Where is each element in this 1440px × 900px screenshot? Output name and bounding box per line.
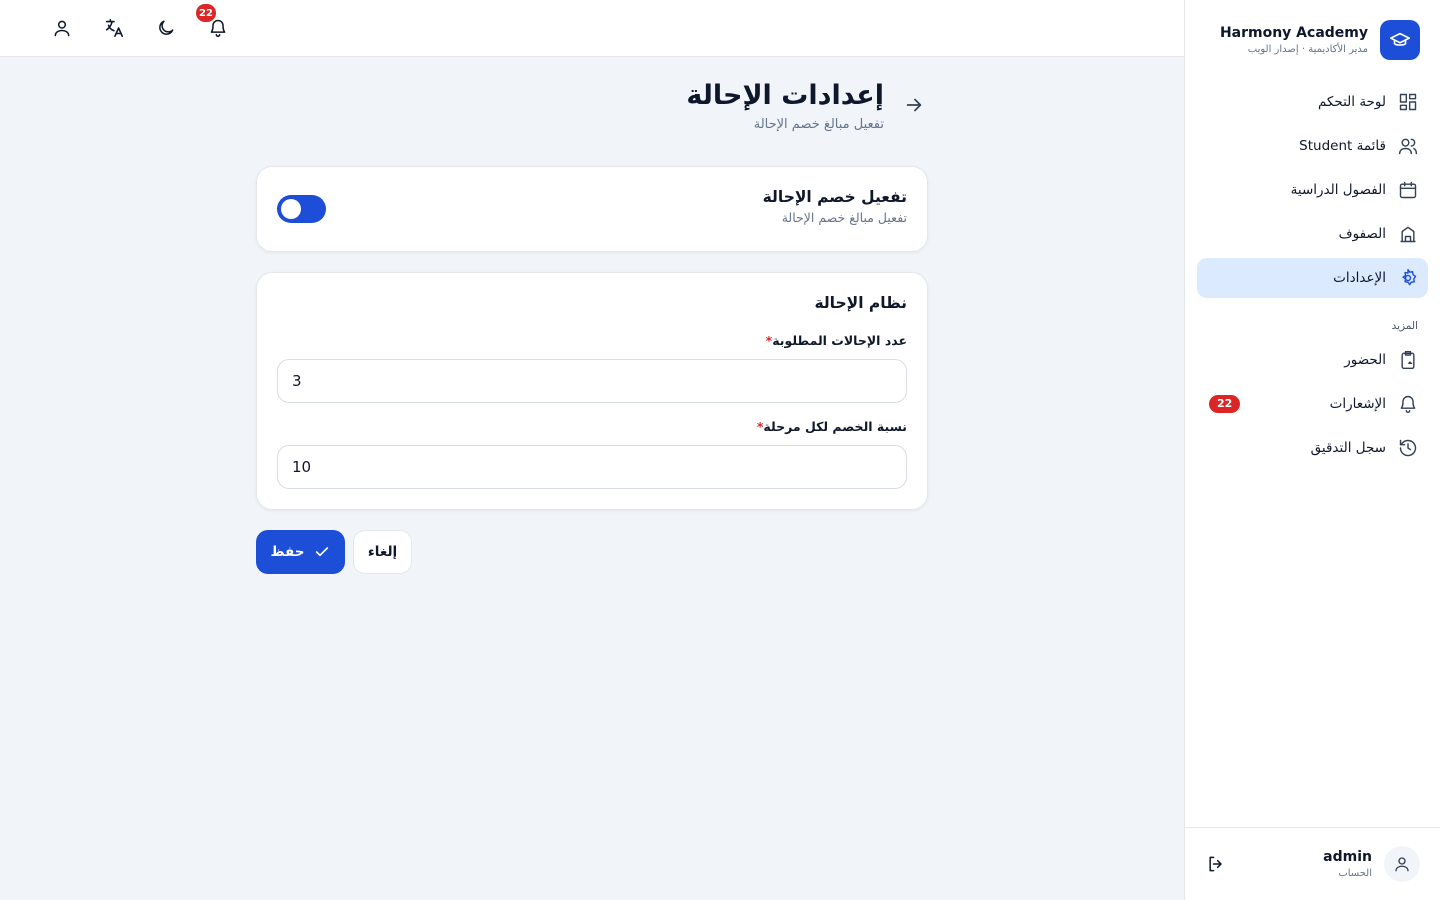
account-subtitle: الحساب [1338,868,1372,879]
referral-toggle-card: تفعيل خصم الإحالة تفعيل مبالغ خصم الإحال… [256,166,928,252]
sidebar-item-label: لوحة التحكم [1317,94,1386,110]
check-icon [316,547,329,557]
sidebar: Harmony Academy مدير الأكاديمية · إصدار … [1184,0,1440,900]
discount-percent-input[interactable] [277,445,907,489]
sidebar-item-students[interactable]: قائمة Student [1197,126,1428,166]
history-icon [1399,439,1417,457]
referral-discount-switch[interactable] [277,195,326,223]
topbar: 22 [0,0,1184,57]
discount-percent-label-text: نسبة الخصم لكل مرحلة [763,419,907,434]
sidebar-item-label: الفصول الدراسية [1290,182,1386,198]
notifications-button[interactable]: 22 [196,4,230,40]
translate-icon[interactable] [102,16,126,40]
switch-knob [281,199,301,219]
notification-badge: 22 [196,4,216,22]
toggle-title: تفعيل خصم الإحالة [762,188,907,206]
sidebar-item-classes[interactable]: الفصول الدراسية [1197,170,1428,210]
sidebar-nav: لوحة التحكم قائمة Student الفصول الدراسي… [1197,82,1428,472]
user-icon [1395,857,1409,872]
sidebar-item-dashboard[interactable]: لوحة التحكم [1197,82,1428,122]
save-button-label: حفظ [270,544,305,560]
cancel-button-label: إلغاء [367,544,398,560]
dashboard-icon [1399,93,1417,111]
logout-button[interactable] [1204,852,1228,876]
save-button[interactable]: حفظ [256,530,345,574]
gear-icon [1402,268,1417,286]
page-header: إعدادات الإحالة تفعيل مبالغ خصم الإحالة [686,80,884,132]
notifications-badge: 22 [1209,395,1241,413]
dark-mode-icon[interactable] [154,16,178,40]
toggle-text: تفعيل خصم الإحالة تفعيل مبالغ خصم الإحال… [763,188,907,225]
logout-icon [1209,856,1222,872]
building-icon [1400,226,1416,243]
sidebar-item-label: الحضور [1344,352,1386,368]
sidebar-item-audit-log[interactable]: سجل التدقيق [1197,428,1428,468]
toggle-subtitle: تفعيل مبالغ خصم الإحالة [781,210,907,225]
sidebar-section-more: المزيد [1391,320,1418,332]
back-button[interactable] [903,94,925,116]
graduation-cap-icon [1380,20,1420,60]
sidebar-item-label: الإشعارات [1329,396,1386,412]
sidebar-item-label: قائمة Student [1299,138,1386,154]
sidebar-item-label: سجل التدقيق [1310,440,1386,456]
sidebar-item-grades[interactable]: الصفوف [1197,214,1428,254]
page-subtitle: تفعيل مبالغ خصم الإحالة [753,117,884,132]
referrals-count-label-text: عدد الإحالات المطلوبة [772,333,907,348]
brand-subtitle: مدير الأكاديمية · إصدار الويب [1247,44,1368,55]
sidebar-item-notifications[interactable]: الإشعارات 22 [1197,384,1428,424]
sidebar-item-settings[interactable]: الإعدادات [1197,258,1428,298]
form-title: نظام الإحالة [814,294,907,312]
clipboard-icon [1401,350,1415,370]
bell-icon [1400,395,1416,413]
cancel-button[interactable]: إلغاء [353,530,412,574]
avatar[interactable] [1384,846,1420,882]
profile-icon[interactable] [50,16,74,40]
referrals-count-label: عدد الإحالات المطلوبة* [766,333,907,348]
sidebar-item-attendance[interactable]: الحضور [1197,340,1428,380]
account-name: admin [1323,849,1372,865]
users-icon [1398,138,1418,155]
arrow-right-icon [906,98,922,112]
account-section: admin الحساب [1184,827,1440,900]
brand: Harmony Academy مدير الأكاديمية · إصدار … [1220,20,1420,60]
sidebar-item-label: الصفوف [1338,226,1386,242]
discount-percent-label: نسبة الخصم لكل مرحلة* [757,419,907,434]
sidebar-item-label: الإعدادات [1333,270,1386,286]
page-title: إعدادات الإحالة [686,80,884,111]
calendar-icon [1399,181,1417,199]
brand-name: Harmony Academy [1219,25,1368,41]
referrals-count-input[interactable] [277,359,907,403]
referral-system-card: نظام الإحالة عدد الإحالات المطلوبة* نسبة… [256,272,928,510]
